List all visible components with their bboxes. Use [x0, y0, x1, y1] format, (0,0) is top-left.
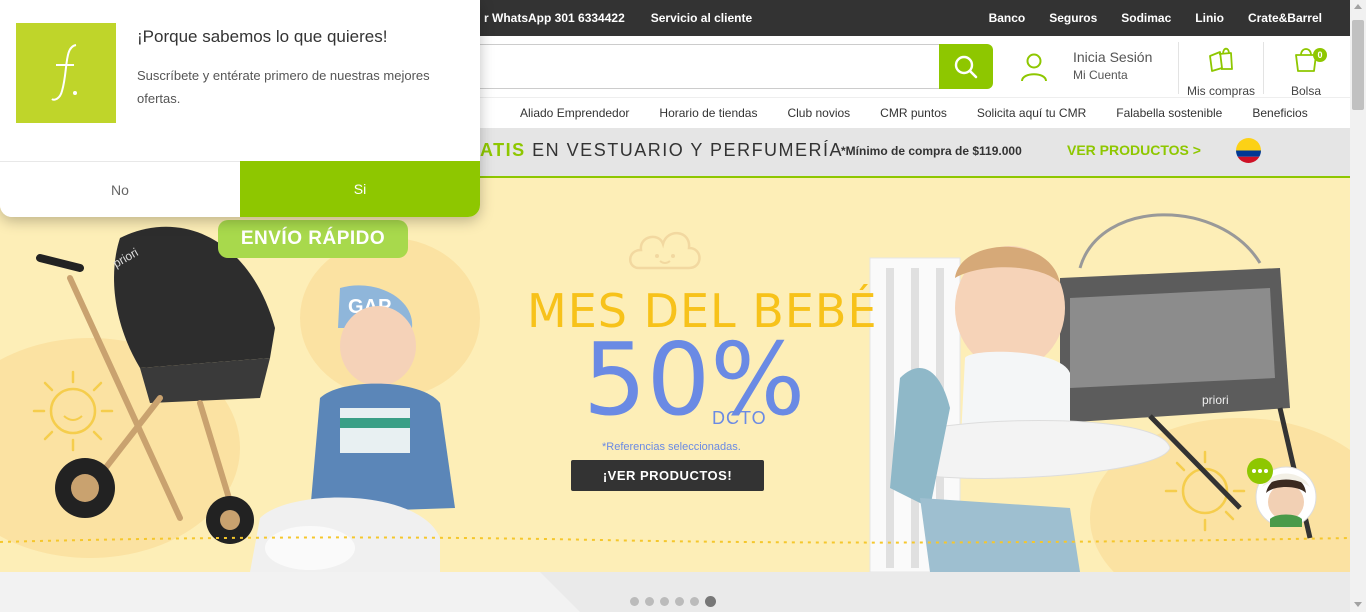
cart-count-badge: 0 [1313, 48, 1327, 62]
my-purchases-label: Mis compras [1186, 84, 1255, 98]
popup-title: ¡Porque sabemos lo que quieres! [137, 27, 388, 46]
carousel-dot[interactable] [645, 597, 654, 606]
carousel-dots [630, 596, 716, 607]
nav-item-club-novios[interactable]: Club novios [787, 106, 850, 120]
subscription-popup: ¡Porque sabemos lo que quieres! Suscríbe… [0, 0, 480, 217]
account-label: Mi Cuenta [1073, 68, 1128, 82]
fast-shipping-badge: ENVÍO RÁPIDO [218, 220, 408, 258]
scroll-up-arrow[interactable] [1354, 4, 1362, 9]
hero-note: *Referencias seleccionadas. [602, 441, 741, 453]
carousel-dot[interactable] [675, 597, 684, 606]
cloud-illustration [629, 232, 701, 270]
divider [1263, 42, 1264, 94]
popup-message: Suscríbete y entérate primero de nuestra… [137, 68, 430, 106]
cart-label: Bolsa [1290, 84, 1322, 98]
baby-with-cap-image: GAP [250, 285, 455, 572]
carousel-dot[interactable] [690, 597, 699, 606]
popup-yes-button[interactable]: Si [240, 161, 480, 217]
scrollbar-thumb[interactable] [1352, 20, 1364, 110]
whatsapp-link[interactable]: r WhatsApp 301 6334422 [484, 11, 625, 25]
discount-label: DCTO [712, 408, 767, 428]
nav-item-beneficios[interactable]: Beneficios [1252, 106, 1307, 120]
search-input[interactable] [470, 44, 940, 89]
colombia-flag-icon[interactable] [1236, 138, 1261, 163]
my-purchases-button[interactable]: Mis compras [1181, 44, 1261, 98]
crib-brand: priori [1202, 393, 1229, 407]
carousel-dot[interactable] [705, 596, 716, 607]
falabella-logo [16, 23, 116, 123]
login-link[interactable]: Inicia Sesión Mi Cuenta [1073, 49, 1152, 82]
popup-no-button[interactable]: No [0, 161, 240, 217]
chat-assistant-icon[interactable] [1246, 457, 1318, 529]
login-label: Inicia Sesión [1073, 49, 1153, 65]
promo-cta-link[interactable]: VER PRODUCTOS > [1067, 142, 1201, 158]
topbar-link-crate-barrel[interactable]: Crate&Barrel [1248, 11, 1322, 25]
promo-text: ATIS EN VESTUARIO Y PERFUMERÍA [480, 140, 843, 161]
scroll-down-arrow[interactable] [1354, 602, 1362, 607]
topbar-link-linio[interactable]: Linio [1195, 11, 1224, 25]
nav-item-falabella-sostenible[interactable]: Falabella sostenible [1116, 106, 1222, 120]
dotted-line [0, 536, 1350, 544]
nav-item-horario-tiendas[interactable]: Horario de tiendas [659, 106, 757, 120]
topbar-link-sodimac[interactable]: Sodimac [1121, 11, 1171, 25]
view-products-button[interactable]: ¡VER PRODUCTOS! [571, 460, 764, 491]
topbar-link-seguros[interactable]: Seguros [1049, 11, 1097, 25]
carousel-dot[interactable] [630, 597, 639, 606]
page: r WhatsApp 301 6334422 Servicio al clien… [0, 0, 1366, 612]
topbar-link-banco[interactable]: Banco [989, 11, 1026, 25]
promo-highlight: ATIS [480, 140, 526, 160]
divider [1178, 42, 1179, 94]
shopping-bags-icon [1209, 47, 1233, 72]
nav-item-cmr-puntos[interactable]: CMR puntos [880, 106, 947, 120]
discount-percent: 50% [583, 321, 806, 438]
promo-minimum: *Mínimo de compra de $119.000 [841, 144, 1022, 158]
search-icon [954, 55, 978, 78]
user-icon[interactable] [1020, 52, 1048, 82]
nav-item-solicita-cmr[interactable]: Solicita aquí tu CMR [977, 106, 1086, 120]
promo-text-rest: EN VESTUARIO Y PERFUMERÍA [525, 140, 844, 160]
search-button[interactable] [939, 44, 993, 89]
cart-button[interactable]: 0 Bolsa [1266, 44, 1346, 98]
falabella-logo-glyph [51, 44, 77, 101]
nav-item-aliado-emprendedor[interactable]: Aliado Emprendedor [520, 106, 629, 120]
carousel-dot[interactable] [660, 597, 669, 606]
customer-service-link[interactable]: Servicio al cliente [651, 11, 752, 25]
hero-banner[interactable]: priori GAP [0, 178, 1350, 572]
